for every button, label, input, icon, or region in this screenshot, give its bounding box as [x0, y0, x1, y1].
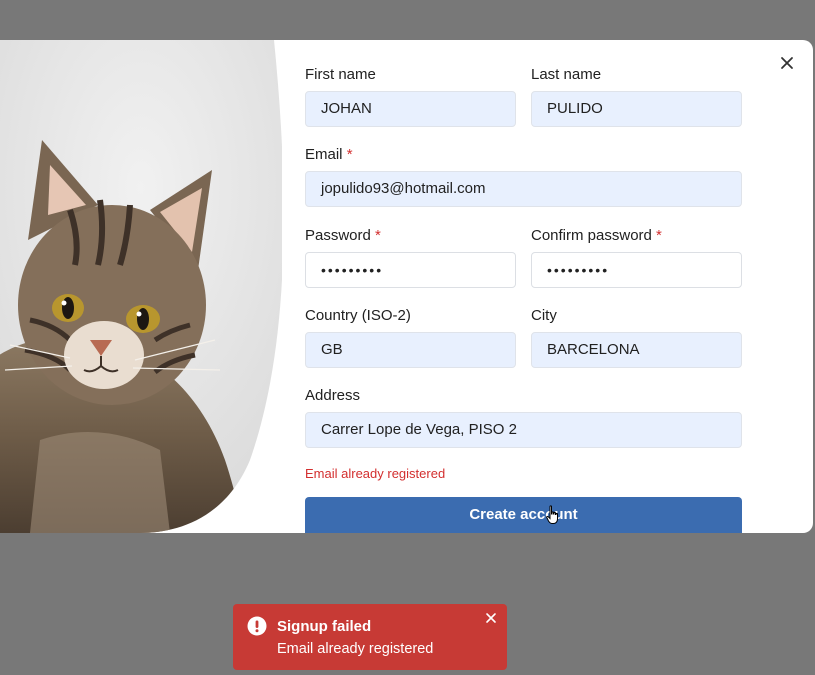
cat-photo [0, 40, 282, 533]
confirm-password-input[interactable]: ••••••••• [531, 252, 742, 288]
last-name-label: Last name [531, 66, 602, 83]
alert-circle-icon [247, 616, 267, 636]
email-label: Email * [305, 145, 742, 165]
password-field: Password * ••••••••• [305, 226, 516, 288]
address-input[interactable]: Carrer Lope de Vega, PISO 2 [305, 412, 742, 448]
city-field: City BARCELONA [531, 306, 742, 368]
signup-modal: First name JOHAN Last name PULIDO Email … [0, 40, 813, 533]
country-label: Country (ISO-2) [305, 307, 411, 324]
city-label: City [531, 307, 557, 324]
first-name-label: First name [305, 66, 376, 83]
password-label-text: Password [305, 227, 371, 244]
email-label-text: Email [305, 146, 343, 163]
city-input[interactable]: BARCELONA [531, 332, 742, 368]
close-icon[interactable] [485, 612, 497, 624]
signup-failed-toast: Signup failed Email already registered [233, 604, 507, 670]
required-mark: * [346, 146, 353, 163]
email-field: Email * jopulido93@hotmail.com [305, 145, 742, 207]
email-input[interactable]: jopulido93@hotmail.com [305, 171, 742, 207]
toast-message: Email already registered [277, 641, 434, 657]
required-mark: * [656, 227, 662, 244]
password-input[interactable]: ••••••••• [305, 252, 516, 288]
close-icon[interactable] [776, 52, 798, 74]
confirm-password-label-text: Confirm password [531, 227, 652, 244]
required-mark: * [375, 227, 381, 244]
last-name-field: Last name PULIDO [531, 65, 742, 127]
first-name-input[interactable]: JOHAN [305, 91, 516, 127]
country-input[interactable]: GB [305, 332, 516, 368]
last-name-input[interactable]: PULIDO [531, 91, 742, 127]
confirm-password-label: Confirm password * [531, 226, 742, 246]
first-name-field: First name JOHAN [305, 65, 516, 127]
address-field: Address Carrer Lope de Vega, PISO 2 [305, 386, 742, 448]
create-account-button[interactable]: Create account [305, 497, 742, 533]
pointer-cursor-icon [546, 505, 558, 524]
confirm-password-field: Confirm password * ••••••••• [531, 226, 742, 288]
toast-title: Signup failed [277, 618, 372, 635]
password-label: Password * [305, 226, 516, 246]
form-error-message: Email already registered [305, 466, 446, 481]
country-field: Country (ISO-2) GB [305, 306, 516, 368]
address-label: Address [305, 387, 361, 404]
